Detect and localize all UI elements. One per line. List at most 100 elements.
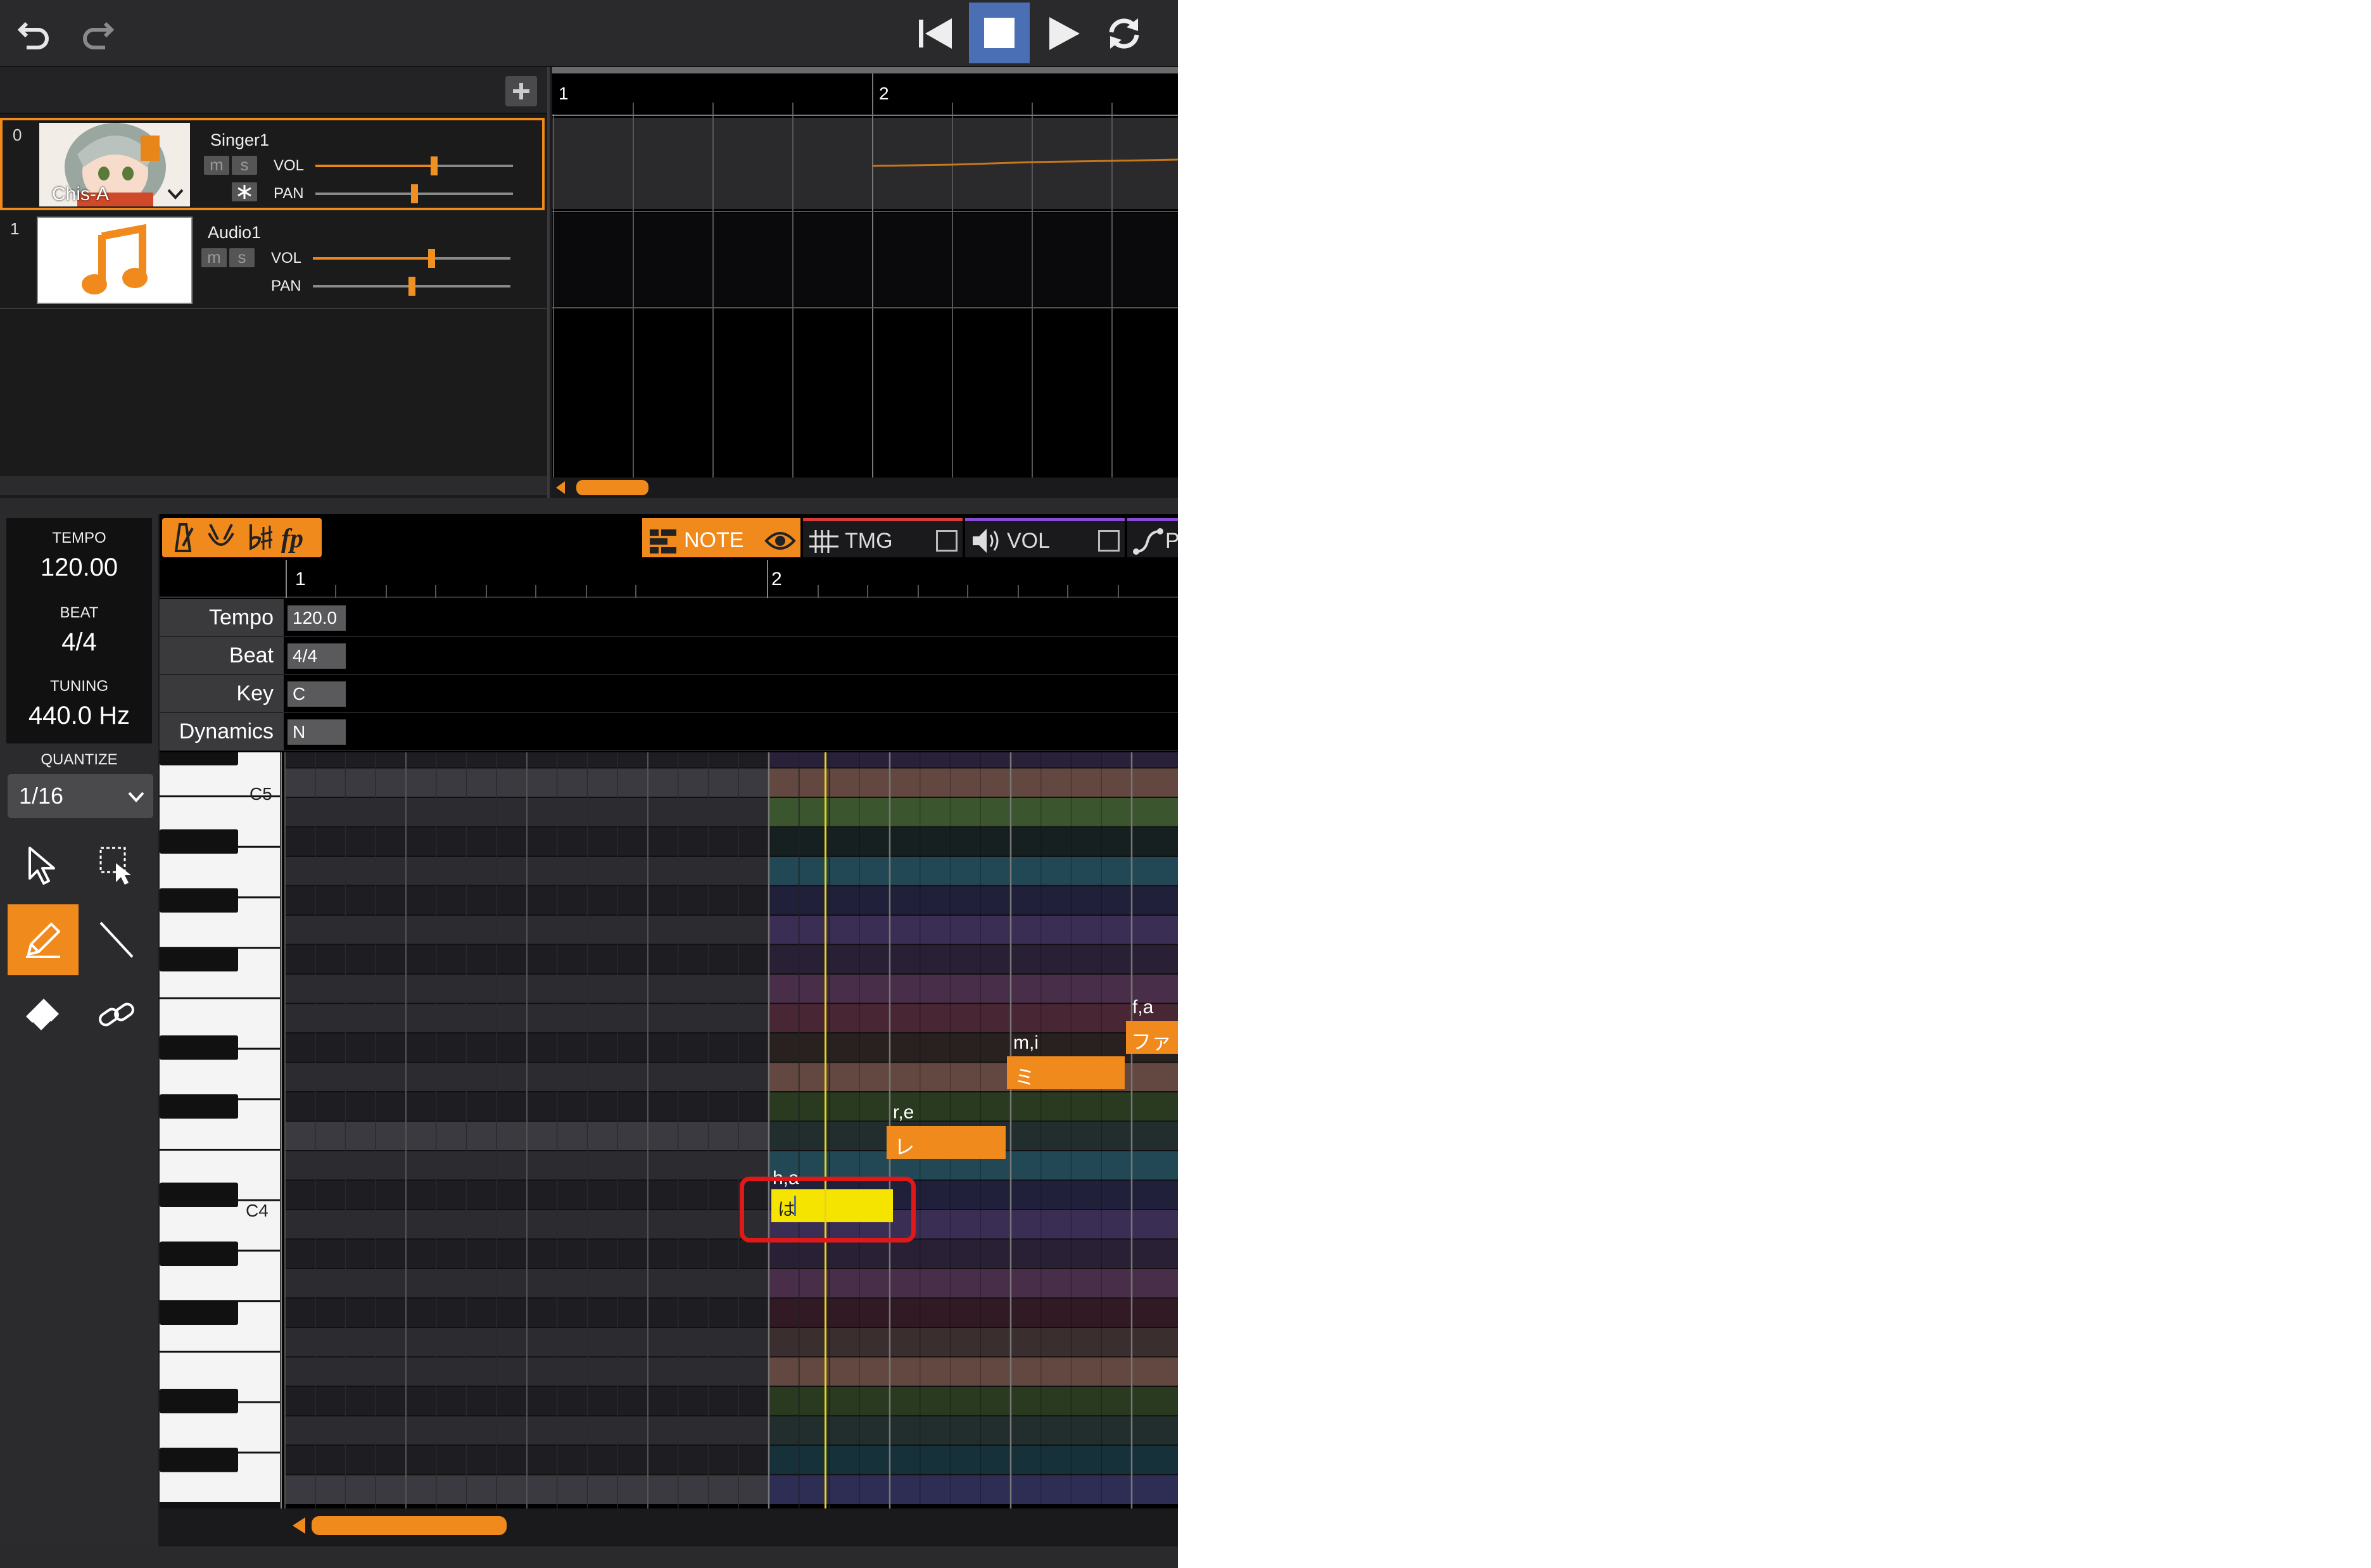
link-tool-button[interactable]: [81, 979, 152, 1050]
line-tool-button[interactable]: [81, 904, 152, 975]
singer-avatar[interactable]: Chis-A: [39, 123, 190, 206]
note[interactable]: ファ: [1126, 1021, 1178, 1054]
pencil-tool-button[interactable]: [8, 904, 79, 975]
tab-volume[interactable]: VOL: [965, 518, 1125, 557]
loop-icon: [1109, 18, 1139, 49]
tab-timing[interactable]: TMG: [803, 518, 963, 557]
mute-button[interactable]: m: [201, 248, 227, 267]
app-window: 0 Chis-A Singer1 m s VOL PAN 1 Audio1 m …: [0, 0, 1178, 1568]
beat-label: BEAT: [60, 604, 99, 621]
eraser-tool-button[interactable]: [8, 979, 79, 1050]
tab-label: VOL: [1007, 529, 1051, 553]
line-icon: [99, 921, 134, 958]
skip-to-start-icon: [919, 18, 952, 49]
quantize-select[interactable]: 1/16: [8, 774, 153, 818]
tuning-value[interactable]: 440.0 Hz: [0, 702, 158, 730]
tempo-value[interactable]: 120.00: [0, 553, 158, 582]
redo-icon: [83, 22, 115, 49]
note[interactable]: レ: [887, 1126, 1006, 1159]
vol-label: VOL: [274, 157, 305, 174]
scroll-left-icon[interactable]: [291, 1516, 307, 1535]
stop-icon: [984, 18, 1015, 48]
param-name: Beat: [160, 637, 284, 674]
note-lyric: レ: [894, 1135, 915, 1158]
pitch-curve-icon: [1133, 528, 1163, 555]
dynamics-row: Dynamics N: [160, 713, 1178, 751]
param-value[interactable]: 4/4: [288, 643, 346, 669]
editor-ruler[interactable]: 1 2: [160, 560, 1178, 598]
track-list-panel: 0 Chis-A Singer1 m s VOL PAN 1 Audio1 m …: [0, 67, 550, 498]
pan-slider[interactable]: [315, 184, 513, 203]
editor-tabs-bar: fp NOTE TMG VOL P: [160, 514, 1178, 560]
note-phoneme: f,a: [1132, 997, 1154, 1018]
solo-button[interactable]: s: [232, 156, 257, 175]
beat-value[interactable]: 4/4: [0, 628, 158, 657]
tempo-row: Tempo 120.0: [160, 599, 1178, 637]
loop-button[interactable]: [1096, 8, 1153, 60]
track-list-header: [0, 67, 547, 114]
scroll-thumb[interactable]: [312, 1516, 507, 1535]
key-signature-icon[interactable]: [242, 521, 276, 555]
undo-icon: [17, 22, 49, 49]
arrow-select-icon: [28, 847, 55, 885]
note-phoneme: m,i: [1013, 1032, 1039, 1053]
timing-icon: [809, 530, 838, 553]
conductor-icon[interactable]: [204, 521, 238, 555]
chevron-down-icon: [128, 792, 144, 802]
track-row[interactable]: 0 Chis-A Singer1 m s VOL PAN: [0, 118, 545, 210]
undo-button[interactable]: [9, 8, 60, 60]
note-lyric: ファ: [1131, 1030, 1172, 1053]
stop-button[interactable]: [969, 3, 1030, 63]
pan-label: PAN: [274, 185, 304, 202]
highlight-annotation: [740, 1177, 916, 1242]
play-button[interactable]: [1035, 8, 1092, 60]
vol-label: VOL: [271, 250, 302, 267]
volume-slider[interactable]: [313, 249, 510, 268]
horizontal-scrollbar[interactable]: [160, 1508, 1178, 1546]
pan-slider[interactable]: [313, 277, 510, 296]
rewind-button[interactable]: [907, 8, 964, 60]
tab-note[interactable]: NOTE: [642, 518, 800, 557]
play-icon: [1049, 17, 1080, 50]
add-track-button[interactable]: [505, 76, 537, 106]
range-select-tool-button[interactable]: [81, 830, 152, 901]
select-tool-button[interactable]: [8, 830, 79, 901]
tab-label: TMG: [845, 529, 893, 553]
settings-button[interactable]: [232, 182, 257, 201]
singer-name: Chis-A: [52, 184, 110, 205]
mute-button[interactable]: m: [204, 156, 229, 175]
tab-visibility-checkbox[interactable]: [936, 530, 958, 552]
bottom-bar: [0, 1546, 1178, 1568]
solo-button[interactable]: s: [229, 248, 255, 267]
track-index: 0: [13, 125, 22, 144]
eraser-icon: [26, 999, 59, 1034]
key-row: Key C: [160, 675, 1178, 713]
key-label-c4: C4: [246, 1201, 269, 1220]
audio-thumbnail[interactable]: [37, 217, 193, 304]
tab-pitch[interactable]: P: [1127, 518, 1178, 557]
param-value[interactable]: 120.0: [288, 605, 346, 631]
pencil-icon: [26, 923, 60, 958]
ruler-ticks: [286, 560, 1119, 598]
quantize-value: 1/16: [19, 783, 64, 809]
track-row[interactable]: 1 Audio1 m s VOL PAN: [0, 214, 547, 309]
redo-button[interactable]: [72, 8, 123, 60]
asterisk-icon: [237, 185, 251, 199]
note-grid[interactable]: [160, 752, 1178, 1508]
dynamics-icon[interactable]: fp: [280, 521, 318, 555]
song-properties-panel: TEMPO 120.00 BEAT 4/4 TUNING 440.0 Hz QU…: [0, 514, 158, 1546]
tab-visibility-checkbox[interactable]: [1098, 530, 1120, 552]
eye-icon[interactable]: [764, 527, 797, 555]
param-value[interactable]: C: [288, 681, 346, 707]
key-label-c5: C5: [250, 784, 272, 804]
panel-separator: [0, 498, 1178, 514]
param-value[interactable]: N: [288, 719, 346, 745]
range-select-icon: [99, 847, 131, 885]
volume-slider[interactable]: [315, 156, 513, 175]
playhead[interactable]: [825, 752, 826, 1508]
piano-roll-area: C5 C4 は h,a レ r,e ミ m,i ファ f,a: [160, 752, 1178, 1508]
note[interactable]: ミ: [1007, 1056, 1125, 1089]
param-name: Tempo: [160, 599, 284, 636]
metronome-icon[interactable]: [166, 521, 200, 555]
arrangement-grid: [552, 67, 1178, 498]
